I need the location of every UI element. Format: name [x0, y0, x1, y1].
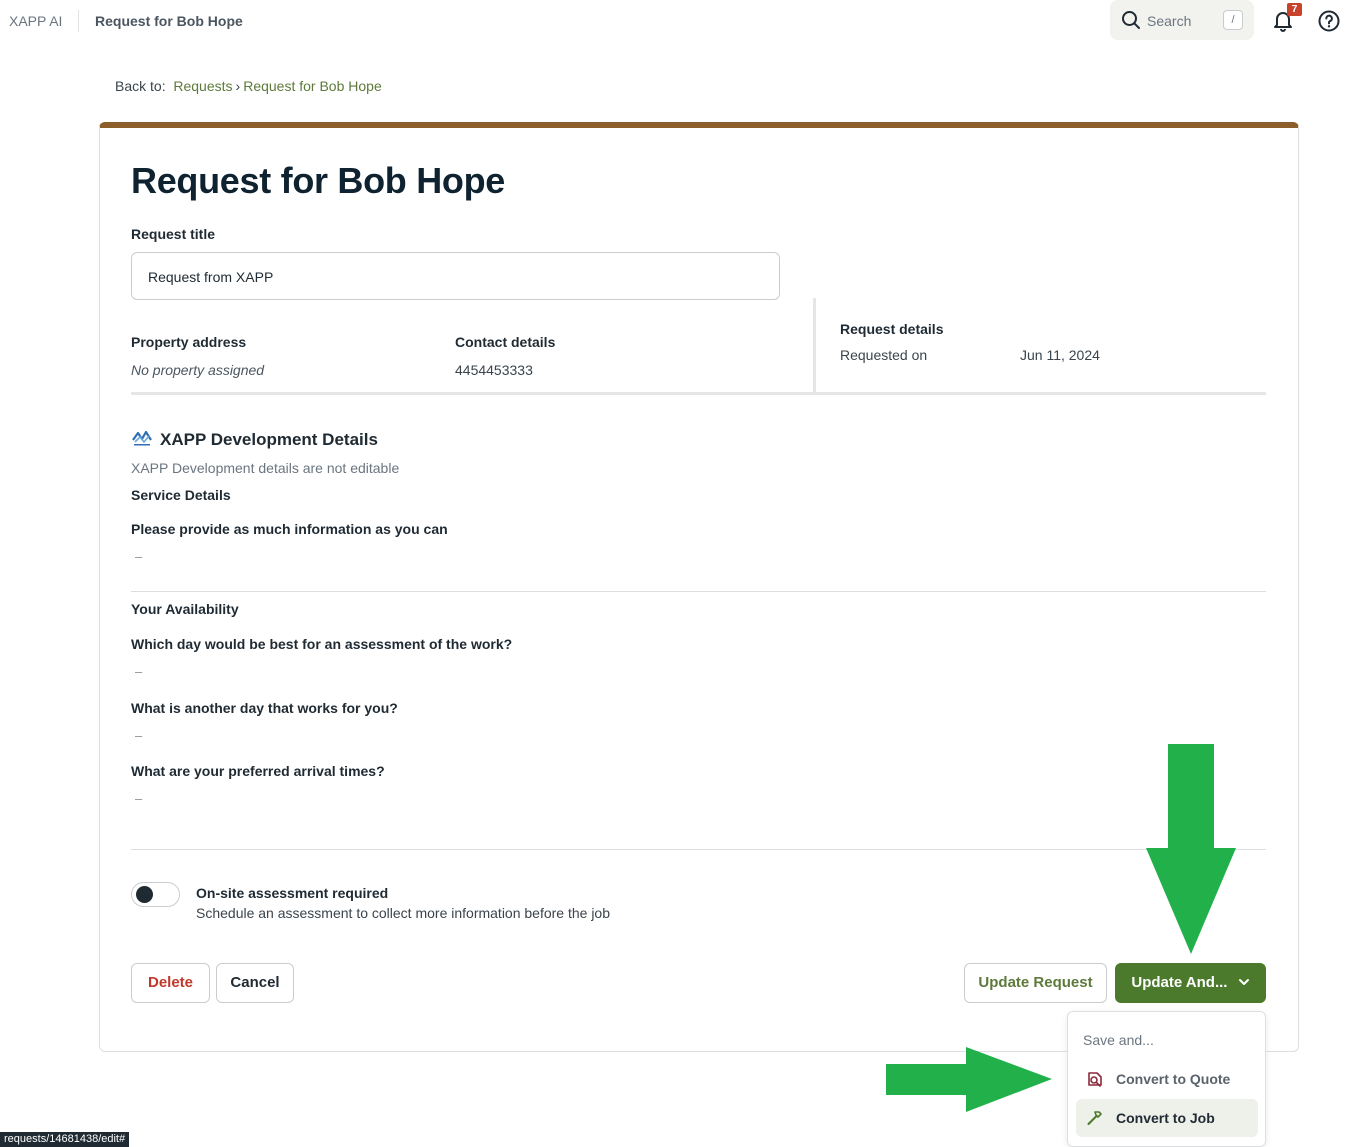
integration-title: XAPP Development Details [160, 430, 378, 449]
menu-heading: Save and... [1083, 1032, 1154, 1048]
info-question: Please provide as much information as yo… [131, 521, 448, 537]
chevron-down-icon [1238, 979, 1249, 985]
convert-to-quote-label: Convert to Quote [1116, 1071, 1231, 1087]
section-divider [131, 392, 1266, 395]
search-shortcut-key: / [1223, 10, 1243, 30]
xapp-logo-icon [132, 430, 152, 446]
page-title: Request for Bob Hope [131, 160, 506, 201]
onsite-assessment-toggle[interactable] [131, 882, 180, 907]
contact-phone: 4454453333 [455, 362, 533, 378]
property-address-value: No property assigned [131, 362, 265, 378]
top-divider [78, 10, 79, 32]
toggle-knob [136, 886, 153, 903]
search-label: Search [1147, 13, 1192, 29]
convert-to-job-item[interactable]: Convert to Job [1076, 1099, 1258, 1137]
availability-heading: Your Availability [131, 601, 239, 617]
info-answer: – [135, 549, 143, 564]
cancel-button[interactable]: Cancel [216, 963, 294, 1003]
search-icon [1122, 11, 1140, 29]
breadcrumb-prefix: Back to: [115, 78, 166, 94]
contact-details-label: Contact details [455, 334, 556, 350]
page-name: Request for Bob Hope [95, 13, 243, 29]
availability-question-2: What is another day that works for you? [131, 700, 398, 716]
request-title-label: Request title [131, 226, 216, 242]
divider [131, 591, 1266, 592]
update-and-label: Update And... [1131, 974, 1228, 991]
availability-answer-3: – [135, 791, 143, 806]
hammer-icon [1087, 1111, 1102, 1125]
delete-button[interactable]: Delete [131, 963, 210, 1003]
convert-to-quote-item[interactable]: Convert to Quote [1076, 1060, 1258, 1098]
breadcrumb: Back to: Requests › Request for Bob Hope [115, 78, 382, 94]
help-icon[interactable] [1317, 9, 1341, 33]
top-bar: XAPP AI Request for Bob Hope Search / 7 [0, 0, 1351, 42]
availability-question-1: Which day would be best for an assessmen… [131, 636, 513, 652]
availability-answer-2: – [135, 728, 143, 743]
availability-answer-1: – [135, 664, 143, 679]
onsite-assessment-description: Schedule an assessment to collect more i… [196, 905, 611, 921]
property-address-label: Property address [131, 334, 247, 350]
requested-on-label: Requested on [840, 347, 928, 363]
convert-to-job-label: Convert to Job [1116, 1110, 1215, 1126]
breadcrumb-requests-link[interactable]: Requests [173, 78, 232, 94]
notification-badge: 7 [1287, 3, 1302, 16]
onsite-assessment-label: On-site assessment required [196, 885, 389, 901]
divider [131, 849, 1266, 850]
integration-note: XAPP Development details are not editabl… [131, 460, 400, 476]
breadcrumb-current-link[interactable]: Request for Bob Hope [243, 78, 382, 94]
save-and-menu: Save and... Convert to Quote Convert to … [1067, 1011, 1266, 1147]
annotation-arrow-right-icon [886, 1047, 1052, 1112]
breadcrumb-separator: › [235, 78, 241, 94]
availability-question-3: What are your preferred arrival times? [131, 763, 385, 779]
update-request-button[interactable]: Update Request [964, 963, 1107, 1003]
requested-on-value: Jun 11, 2024 [1020, 347, 1100, 363]
service-details-heading: Service Details [131, 487, 231, 503]
status-bar-url: requests/14681438/edit# [0, 1132, 130, 1147]
request-details-label: Request details [840, 321, 944, 337]
request-title-input[interactable]: Request from XAPP [131, 252, 780, 300]
search-box[interactable]: Search / [1110, 0, 1254, 40]
column-divider [813, 298, 816, 392]
annotation-arrow-down-icon [1146, 744, 1236, 954]
app-name[interactable]: XAPP AI [9, 13, 62, 29]
quote-icon [1088, 1072, 1102, 1087]
update-and-dropdown-button[interactable]: Update And... [1115, 963, 1266, 1003]
